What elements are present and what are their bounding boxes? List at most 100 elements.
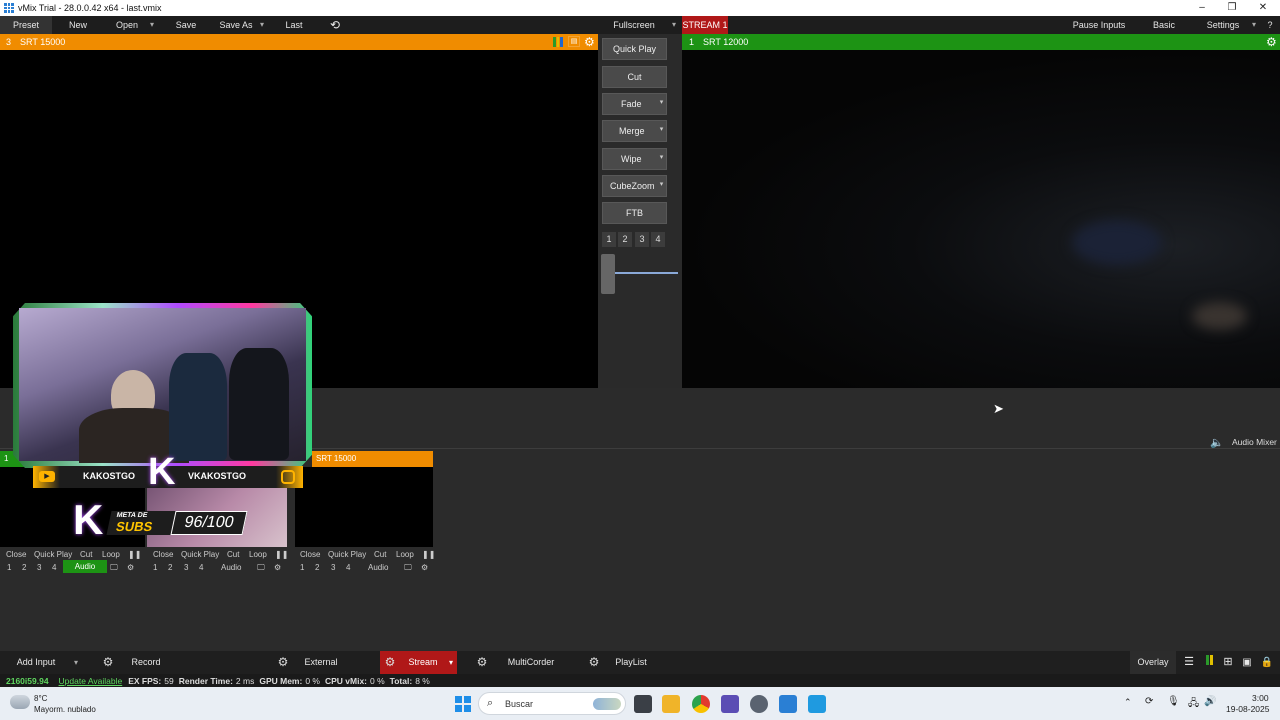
transition-number-1[interactable]: 1 bbox=[602, 232, 616, 247]
input-2-overlay-3[interactable]: 3 bbox=[184, 561, 188, 574]
clock-time[interactable]: 3:00 bbox=[1252, 693, 1269, 703]
help-button[interactable]: ? bbox=[1262, 16, 1278, 34]
input-1-overlay-1[interactable]: 1 bbox=[7, 561, 11, 574]
task-view-icon[interactable] bbox=[634, 695, 652, 713]
basic-button[interactable]: Basic bbox=[1142, 16, 1186, 34]
audio-meter-icon[interactable] bbox=[1201, 651, 1217, 674]
undo-icon[interactable]: ⟲ bbox=[325, 16, 345, 34]
input-2-quickplay-button[interactable]: Quick Play bbox=[181, 548, 219, 561]
input-3-overlay-2[interactable]: 2 bbox=[315, 561, 319, 574]
minimize-button[interactable]: – bbox=[1186, 0, 1218, 16]
settings-dropdown-icon[interactable]: ▾ bbox=[1248, 16, 1260, 34]
input-3-overlay-4[interactable]: 4 bbox=[346, 561, 350, 574]
input-2-monitor-icon[interactable]: 🖵 bbox=[257, 561, 265, 574]
transition-number-4[interactable]: 4 bbox=[651, 232, 665, 247]
input-1-gear-icon[interactable]: ⚙ bbox=[127, 561, 134, 574]
input-2-overlay-2[interactable]: 2 bbox=[168, 561, 172, 574]
record-settings-icon[interactable]: ⚙ bbox=[98, 651, 118, 674]
pause-inputs-button[interactable]: Pause Inputs bbox=[1068, 16, 1130, 34]
open-dropdown-icon[interactable]: ▾ bbox=[146, 16, 158, 34]
fullscreen-dropdown-icon[interactable]: ▾ bbox=[668, 16, 680, 34]
transition-number-2[interactable]: 2 bbox=[618, 232, 632, 247]
audio-mixer-label[interactable]: Audio Mixer bbox=[1232, 437, 1277, 447]
multiview-icon[interactable]: ▣ bbox=[1239, 651, 1255, 674]
overlay-button[interactable]: Overlay bbox=[1130, 651, 1176, 674]
lock-icon[interactable]: 🔒 bbox=[1259, 651, 1275, 674]
vmix-taskbar-icon[interactable] bbox=[779, 695, 797, 713]
input-1-audio-button[interactable]: Audio bbox=[63, 560, 107, 573]
input-2-audio-button[interactable]: Audio bbox=[221, 561, 241, 574]
obs-icon[interactable] bbox=[750, 695, 768, 713]
multicorder-settings-icon[interactable]: ⚙ bbox=[472, 651, 492, 674]
taskbar-search-box[interactable]: ⌕ Buscar bbox=[478, 692, 626, 715]
input-2-cut-button[interactable]: Cut bbox=[227, 548, 239, 561]
network-icon[interactable]: 🖧 bbox=[1188, 696, 1199, 713]
cloud-weather-icon[interactable] bbox=[10, 695, 30, 709]
clock-date[interactable]: 19-08-2025 bbox=[1226, 704, 1269, 714]
input-3-monitor-icon[interactable]: 🖵 bbox=[404, 561, 412, 574]
grid-view-icon[interactable]: ⊞ bbox=[1220, 651, 1236, 674]
input-3-close-button[interactable]: Close bbox=[300, 548, 320, 561]
weather-temperature[interactable]: 8°C bbox=[34, 694, 47, 703]
quick-play-button[interactable]: Quick Play bbox=[602, 38, 667, 60]
input-1-pause-icon[interactable]: ❚❚ bbox=[128, 548, 141, 561]
program-gear-icon[interactable]: ⚙ bbox=[1266, 34, 1277, 50]
input-3-pause-icon[interactable]: ❚❚ bbox=[422, 548, 435, 561]
windows-start-icon[interactable] bbox=[455, 696, 471, 712]
input-3-cut-button[interactable]: Cut bbox=[374, 548, 386, 561]
add-input-button[interactable]: Add Input bbox=[0, 651, 72, 674]
chrome-icon[interactable] bbox=[692, 695, 710, 713]
external-button[interactable]: External bbox=[298, 651, 344, 674]
input-2-pause-icon[interactable]: ❚❚ bbox=[275, 548, 288, 561]
discord-icon[interactable] bbox=[721, 695, 739, 713]
transition-number-3[interactable]: 3 bbox=[635, 232, 649, 247]
preset-button[interactable]: Preset bbox=[0, 16, 52, 34]
input-2-header[interactable]: SRT 15000 bbox=[312, 451, 433, 467]
input-3-overlay-3[interactable]: 3 bbox=[331, 561, 335, 574]
settings-button[interactable]: Settings bbox=[1198, 16, 1248, 34]
external-settings-icon[interactable]: ⚙ bbox=[273, 651, 293, 674]
fullscreen-button[interactable]: Fullscreen bbox=[600, 16, 668, 34]
merge-dropdown-icon[interactable]: ▾ bbox=[656, 120, 667, 142]
input-3-overlay-1[interactable]: 1 bbox=[300, 561, 304, 574]
t-bar-handle[interactable] bbox=[601, 254, 615, 294]
stream-dropdown-icon[interactable]: ▾ bbox=[445, 651, 457, 674]
multicorder-button[interactable]: MultiCorder bbox=[500, 651, 562, 674]
restore-button[interactable]: ❐ bbox=[1216, 0, 1248, 16]
input-3-gear-icon[interactable]: ⚙ bbox=[421, 561, 428, 574]
input-1-close-button[interactable]: Close bbox=[6, 548, 26, 561]
list-view-icon[interactable]: ☰ bbox=[1181, 651, 1197, 674]
input-1-overlay-3[interactable]: 3 bbox=[37, 561, 41, 574]
playlist-settings-icon[interactable]: ⚙ bbox=[584, 651, 604, 674]
save-as-dropdown-icon[interactable]: ▾ bbox=[256, 16, 268, 34]
tray-expand-icon[interactable]: ⌃ bbox=[1124, 697, 1132, 708]
input-2-close-button[interactable]: Close bbox=[153, 548, 173, 561]
add-input-dropdown-icon[interactable]: ▾ bbox=[70, 651, 82, 674]
stream-button[interactable]: Stream bbox=[400, 651, 446, 674]
input-3-quickplay-button[interactable]: Quick Play bbox=[328, 548, 366, 561]
input-1-monitor-icon[interactable]: 🖵 bbox=[110, 561, 118, 574]
new-button[interactable]: New bbox=[57, 16, 99, 34]
cubezoom-dropdown-icon[interactable]: ▾ bbox=[656, 175, 667, 197]
input-2-overlay-4[interactable]: 4 bbox=[199, 561, 203, 574]
close-window-button[interactable]: ✕ bbox=[1247, 0, 1279, 16]
input-2-loop-button[interactable]: Loop bbox=[249, 548, 267, 561]
save-button[interactable]: Save bbox=[166, 16, 206, 34]
update-available-link[interactable]: Update Available bbox=[59, 676, 123, 686]
app-taskbar-icon[interactable] bbox=[808, 695, 826, 713]
input-3-audio-button[interactable]: Audio bbox=[368, 561, 388, 574]
input-1-overlay-2[interactable]: 2 bbox=[22, 561, 26, 574]
wipe-dropdown-icon[interactable]: ▾ bbox=[656, 148, 667, 170]
playlist-button[interactable]: PlayList bbox=[610, 651, 652, 674]
preview-options-icon[interactable]: ▤ bbox=[568, 36, 580, 47]
input-3-loop-button[interactable]: Loop bbox=[396, 548, 414, 561]
input-1-overlay-4[interactable]: 4 bbox=[52, 561, 56, 574]
volume-icon[interactable]: 🔊 bbox=[1204, 696, 1216, 707]
save-as-button[interactable]: Save As bbox=[214, 16, 258, 34]
input-2-overlay-1[interactable]: 1 bbox=[153, 561, 157, 574]
ftb-button[interactable]: FTB bbox=[602, 202, 667, 224]
preview-gear-icon[interactable]: ⚙ bbox=[584, 34, 595, 50]
file-explorer-icon[interactable] bbox=[662, 695, 680, 713]
last-button[interactable]: Last bbox=[276, 16, 312, 34]
weather-description[interactable]: Mayorm. nublado bbox=[34, 705, 96, 714]
